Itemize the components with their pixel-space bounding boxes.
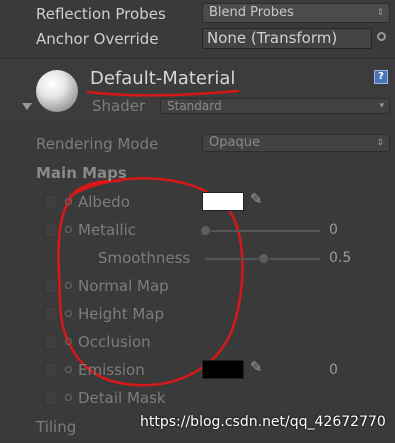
texture-slot[interactable] bbox=[44, 195, 58, 209]
albedo-label: Albedo bbox=[78, 193, 130, 211]
metallic-value-field[interactable]: 0 bbox=[325, 221, 390, 239]
texture-picker-icon[interactable] bbox=[65, 310, 72, 317]
metallic-label: Metallic bbox=[78, 221, 136, 239]
texture-picker-icon[interactable] bbox=[65, 226, 72, 233]
albedo-color-swatch[interactable] bbox=[202, 192, 244, 211]
texture-picker-icon[interactable] bbox=[65, 282, 72, 289]
smoothness-value-field[interactable]: 0.5 bbox=[325, 249, 390, 267]
occlusion-label: Occlusion bbox=[78, 333, 151, 351]
smoothness-label: Smoothness bbox=[98, 249, 191, 267]
emission-color-swatch[interactable] bbox=[202, 360, 244, 379]
metallic-value: 0 bbox=[329, 222, 338, 238]
texture-slot[interactable] bbox=[44, 391, 58, 405]
height-map-label: Height Map bbox=[78, 305, 165, 323]
detail-mask-label: Detail Mask bbox=[78, 389, 166, 407]
texture-slot[interactable] bbox=[44, 279, 58, 293]
watermark-text: https://blog.csdn.net/qq_42672770 bbox=[140, 414, 386, 430]
smoothness-value: 0.5 bbox=[329, 250, 352, 266]
texture-picker-icon[interactable] bbox=[65, 198, 72, 205]
tiling-label: Tiling bbox=[36, 418, 77, 436]
texture-picker-icon[interactable] bbox=[65, 394, 72, 401]
emission-value: 0 bbox=[329, 362, 338, 378]
emission-value-field[interactable]: 0 bbox=[325, 361, 390, 379]
annotation-underline bbox=[86, 89, 240, 97]
normal-map-label: Normal Map bbox=[78, 277, 169, 295]
texture-slot[interactable] bbox=[44, 363, 58, 377]
texture-picker-icon[interactable] bbox=[65, 366, 72, 373]
eyedropper-icon[interactable]: ✎ bbox=[250, 190, 263, 208]
texture-slot[interactable] bbox=[44, 335, 58, 349]
rendering-mode-label: Rendering Mode bbox=[36, 135, 159, 153]
smoothness-slider-thumb[interactable] bbox=[257, 253, 269, 264]
texture-slot[interactable] bbox=[44, 307, 58, 321]
metallic-slider-thumb[interactable] bbox=[200, 225, 211, 236]
texture-slot[interactable] bbox=[44, 223, 58, 237]
main-maps-heading: Main Maps bbox=[36, 164, 127, 182]
rendering-mode-value: Opaque bbox=[209, 135, 260, 150]
eyedropper-icon[interactable]: ✎ bbox=[250, 358, 263, 376]
dropdown-arrow-icon: ⇕ bbox=[376, 138, 384, 148]
emission-label: Emission bbox=[78, 361, 145, 379]
rendering-mode-dropdown[interactable]: Opaque ⇕ bbox=[202, 134, 390, 152]
texture-picker-icon[interactable] bbox=[65, 338, 72, 345]
metallic-slider-track[interactable] bbox=[205, 230, 320, 232]
